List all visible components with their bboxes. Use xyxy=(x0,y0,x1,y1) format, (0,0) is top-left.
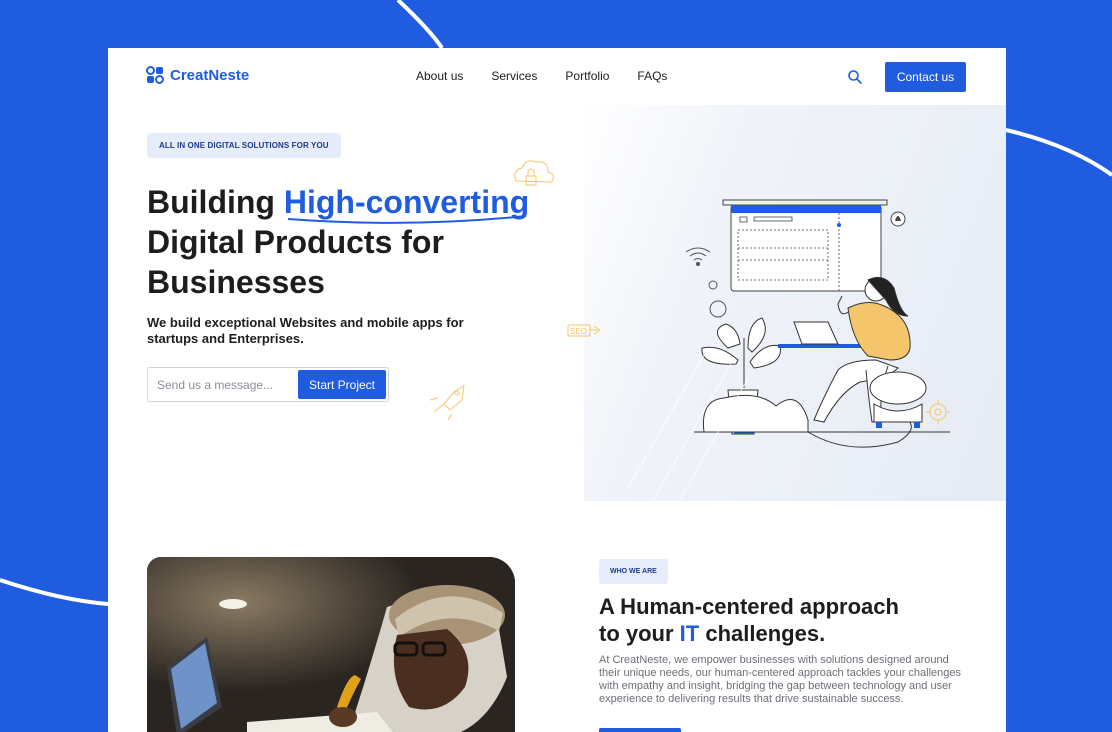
person-working-photo xyxy=(147,557,515,732)
nav-link-services[interactable]: Services xyxy=(491,69,537,83)
brand-name: CreatNeste xyxy=(170,66,250,84)
top-navigation: CreatNeste About us Services Portfolio F… xyxy=(108,48,1006,106)
hero-title-line2: Digital Products for xyxy=(147,224,444,260)
about-title-line2-a: to your xyxy=(599,621,680,646)
message-form: Start Project xyxy=(147,367,389,402)
hero-badge: ALL IN ONE DIGITAL SOLUTIONS FOR YOU xyxy=(147,133,341,158)
hero-title-highlight: High-converting xyxy=(283,184,530,220)
nav-link-portfolio[interactable]: Portfolio xyxy=(565,69,609,83)
about-title-line1: A Human-centered approach xyxy=(599,594,899,619)
about-title-line2-b: challenges. xyxy=(699,621,826,646)
hero-illustration-background xyxy=(584,105,1006,501)
hero-title: Building High-converting Digital Product… xyxy=(147,182,529,302)
nav-links: About us Services Portfolio FAQs xyxy=(416,69,667,83)
message-input[interactable] xyxy=(155,377,289,393)
hero-subtitle: We build exceptional Websites and mobile… xyxy=(147,315,464,346)
start-project-button[interactable]: Start Project xyxy=(298,370,386,399)
search-icon[interactable] xyxy=(846,68,864,86)
landing-page: CreatNeste About us Services Portfolio F… xyxy=(108,48,1006,732)
logo-icon xyxy=(146,66,164,84)
brand-logo[interactable]: CreatNeste xyxy=(146,66,249,84)
contact-us-button[interactable]: Contact us xyxy=(885,62,966,92)
about-body: At CreatNeste, we empower businesses wit… xyxy=(599,654,962,705)
nav-link-about[interactable]: About us xyxy=(416,69,463,83)
who-we-are-badge: WHO WE ARE xyxy=(599,559,668,584)
hero-title-line3: Businesses xyxy=(147,264,325,300)
about-cta-button[interactable] xyxy=(599,728,681,732)
about-title: A Human-centered approach to your IT cha… xyxy=(599,593,899,647)
nav-link-faqs[interactable]: FAQs xyxy=(637,69,667,83)
team-photo xyxy=(147,557,515,732)
rocket-icon xyxy=(429,385,465,421)
hero-title-part1: Building xyxy=(147,184,284,220)
about-title-it: IT xyxy=(679,621,700,646)
